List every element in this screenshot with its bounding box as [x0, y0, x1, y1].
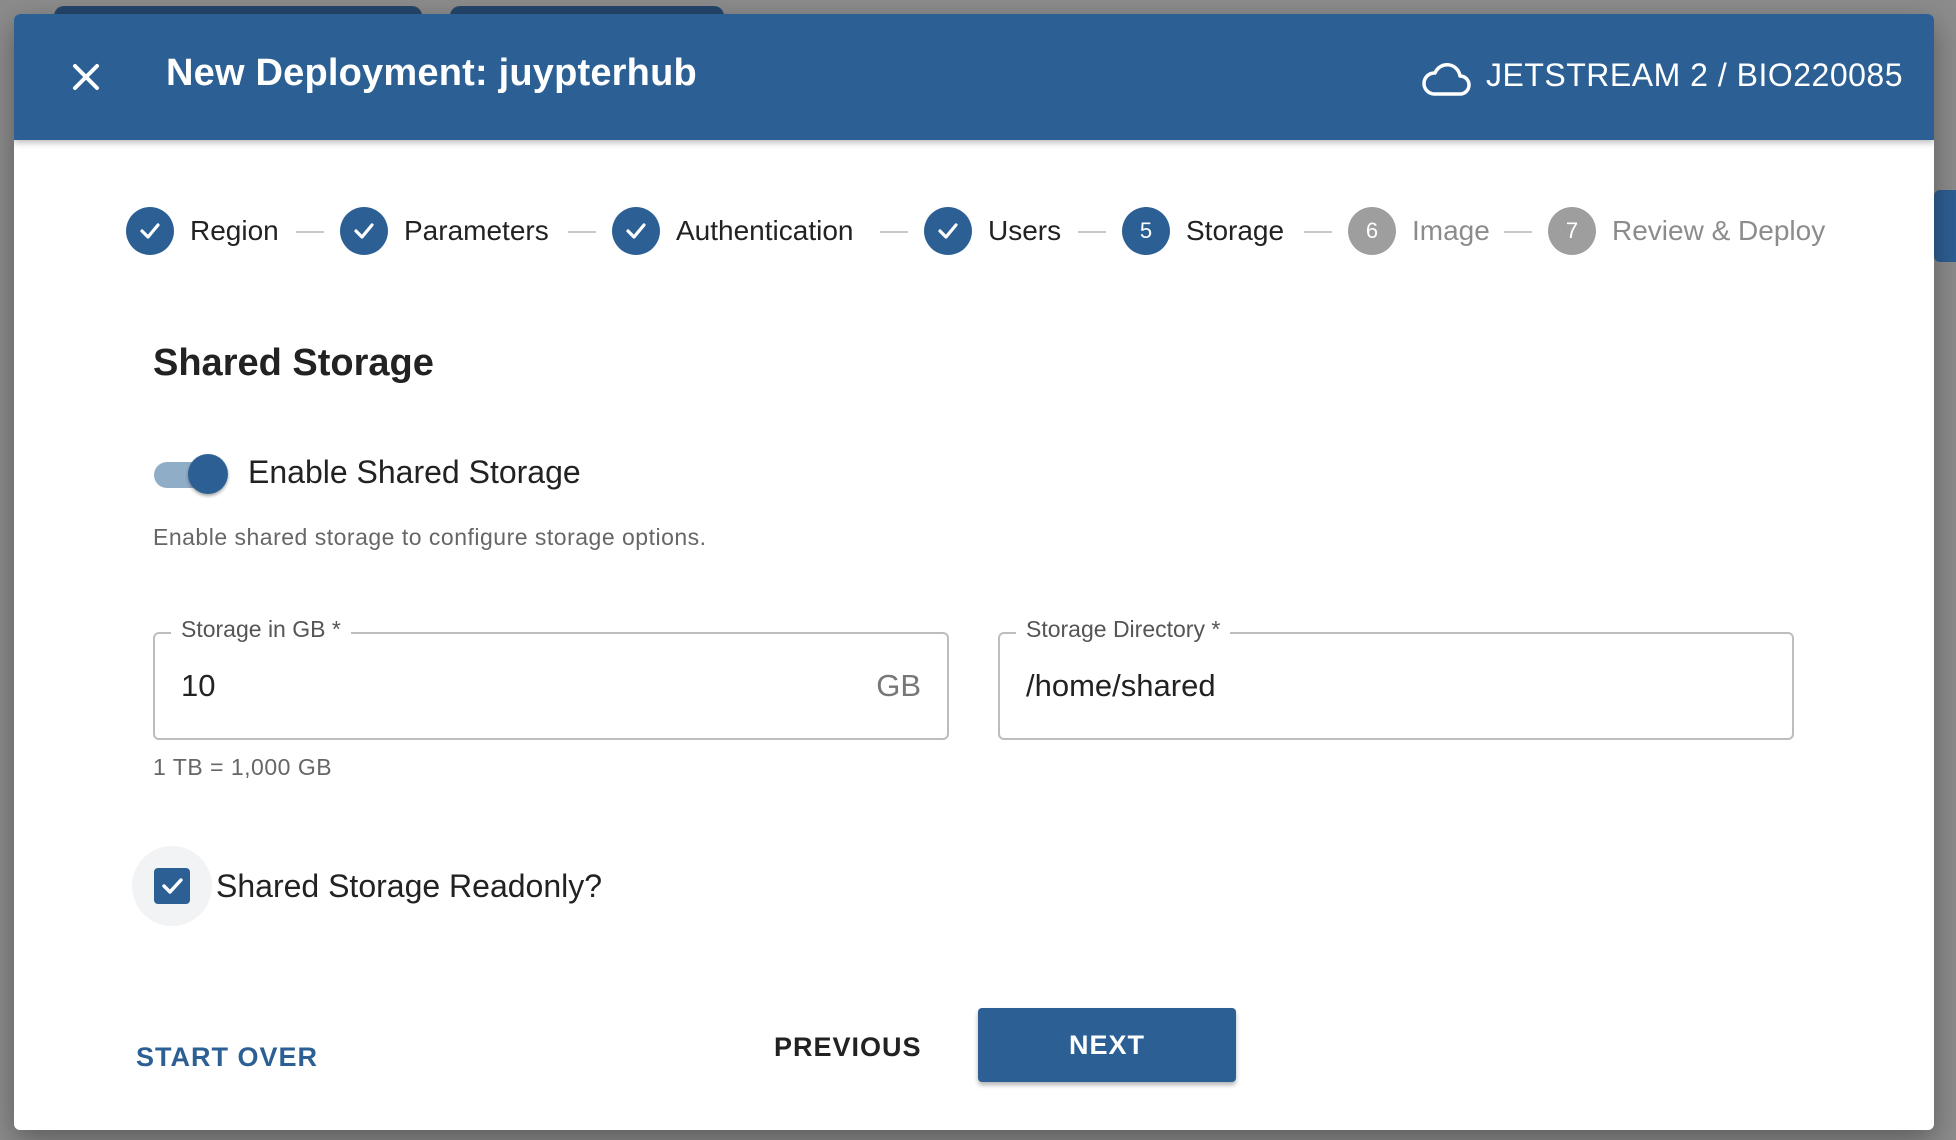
- field-legend: Storage in GB *: [171, 616, 351, 643]
- field-suffix: GB: [876, 668, 921, 703]
- step-region: Region: [126, 204, 279, 258]
- step-review-deploy: 7 Review & Deploy: [1548, 204, 1825, 258]
- new-deployment-dialog: New Deployment: juypterhub JETSTREAM 2 /…: [14, 14, 1934, 1130]
- step-number: 6: [1348, 207, 1396, 255]
- step-label: Parameters: [404, 215, 549, 246]
- section-title: Shared Storage: [153, 342, 434, 384]
- step-number: 5: [1122, 207, 1170, 255]
- check-icon: [162, 878, 183, 894]
- step-label: Storage: [1186, 215, 1285, 246]
- previous-button[interactable]: PREVIOUS: [774, 1032, 922, 1063]
- field-value: 10: [181, 668, 216, 703]
- step-connector: [1504, 231, 1532, 233]
- storage-size-input[interactable]: Storage in GB * 10 GB: [153, 616, 949, 740]
- field-legend: Storage Directory *: [1016, 616, 1231, 643]
- toggle-label: Enable Shared Storage: [248, 454, 581, 490]
- step-connector: [1304, 231, 1332, 233]
- check-icon: [612, 207, 660, 255]
- helper-text: Enable shared storage to configure stora…: [153, 524, 707, 550]
- enable-shared-storage-toggle[interactable]: [154, 454, 230, 494]
- next-button[interactable]: NEXT: [978, 1008, 1236, 1082]
- step-authentication: Authentication: [612, 204, 853, 258]
- close-icon[interactable]: [66, 57, 106, 97]
- step-label: Image: [1412, 215, 1490, 246]
- step-label: Review & Deploy: [1612, 215, 1826, 246]
- step-connector: [568, 231, 596, 233]
- step-label: Region: [190, 215, 279, 246]
- step-connector: [880, 231, 908, 233]
- step-image: 6 Image: [1348, 204, 1490, 258]
- step-connector: [296, 231, 324, 233]
- dialog-header: New Deployment: juypterhub JETSTREAM 2 /…: [14, 14, 1934, 140]
- checkbox-label: Shared Storage Readonly?: [216, 868, 603, 904]
- step-label: Authentication: [676, 215, 854, 246]
- toggle-knob: [188, 454, 228, 494]
- cloud-icon: [1420, 60, 1472, 100]
- field-value: /home/shared: [1026, 668, 1216, 703]
- field-hint: 1 TB = 1,000 GB: [153, 754, 333, 780]
- deployment-stepper: Region Parameters Authentication Users 5: [14, 204, 1934, 258]
- background-button: [1934, 190, 1956, 262]
- readonly-checkbox[interactable]: [154, 868, 190, 904]
- project-context: JETSTREAM 2 / BIO220085: [1486, 57, 1903, 93]
- step-users: Users: [924, 204, 1061, 258]
- step-connector: [1078, 231, 1106, 233]
- check-icon: [924, 207, 972, 255]
- start-over-button[interactable]: START OVER: [136, 1042, 318, 1073]
- storage-directory-input[interactable]: Storage Directory * /home/shared: [998, 616, 1794, 740]
- step-number: 7: [1548, 207, 1596, 255]
- check-icon: [340, 207, 388, 255]
- step-storage: 5 Storage: [1122, 204, 1284, 258]
- step-label: Users: [988, 215, 1062, 246]
- dialog-title: New Deployment: juypterhub: [166, 52, 697, 94]
- step-parameters: Parameters: [340, 204, 549, 258]
- check-icon: [126, 207, 174, 255]
